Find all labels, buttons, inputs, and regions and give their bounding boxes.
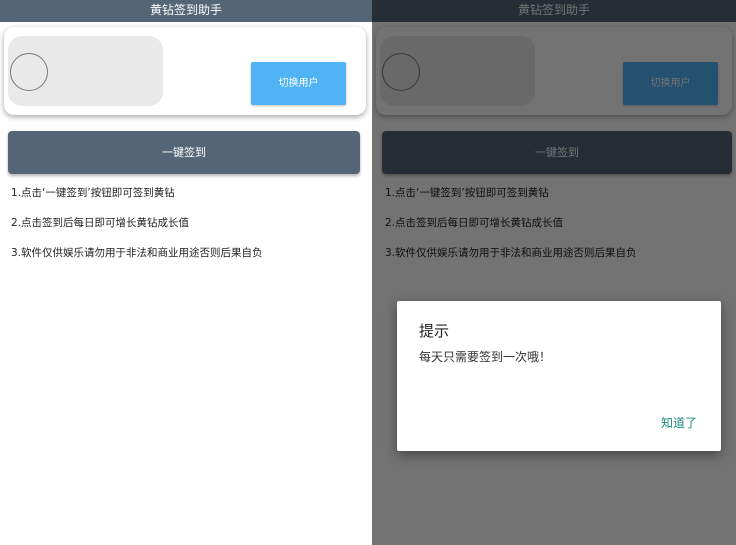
- screen-normal: 黄钻签到助手 切换用户 一键签到 1.点击‘一键签到’按钮即可签到黄钻 2.点击…: [0, 0, 372, 545]
- user-card: 切换用户: [4, 27, 366, 115]
- one-click-checkin-button[interactable]: 一键签到: [8, 131, 360, 174]
- dialog-title: 提示: [419, 322, 450, 340]
- dialog-ok-button[interactable]: 知道了: [661, 414, 697, 431]
- screen-dialog: 黄钻签到助手 切换用户 一键签到 1.点击‘一键签到’按钮即可签到黄钻 2.点击…: [372, 0, 736, 545]
- instruction-1: 1.点击‘一键签到’按钮即可签到黄钻: [11, 187, 175, 199]
- modal-scrim[interactable]: [372, 0, 736, 545]
- user-info-box: [8, 36, 163, 106]
- instruction-3: 3.软件仅供娱乐请勿用于非法和商业用途否则后果自负: [11, 247, 263, 259]
- app-title: 黄钻签到助手: [0, 0, 372, 22]
- alert-dialog: 提示 每天只需要签到一次哦！ 知道了: [397, 301, 721, 451]
- avatar[interactable]: [10, 53, 48, 91]
- dialog-message: 每天只需要签到一次哦！: [419, 350, 552, 364]
- instruction-2: 2.点击签到后每日即可增长黄钻成长值: [11, 217, 190, 229]
- switch-user-button[interactable]: 切换用户: [251, 62, 346, 105]
